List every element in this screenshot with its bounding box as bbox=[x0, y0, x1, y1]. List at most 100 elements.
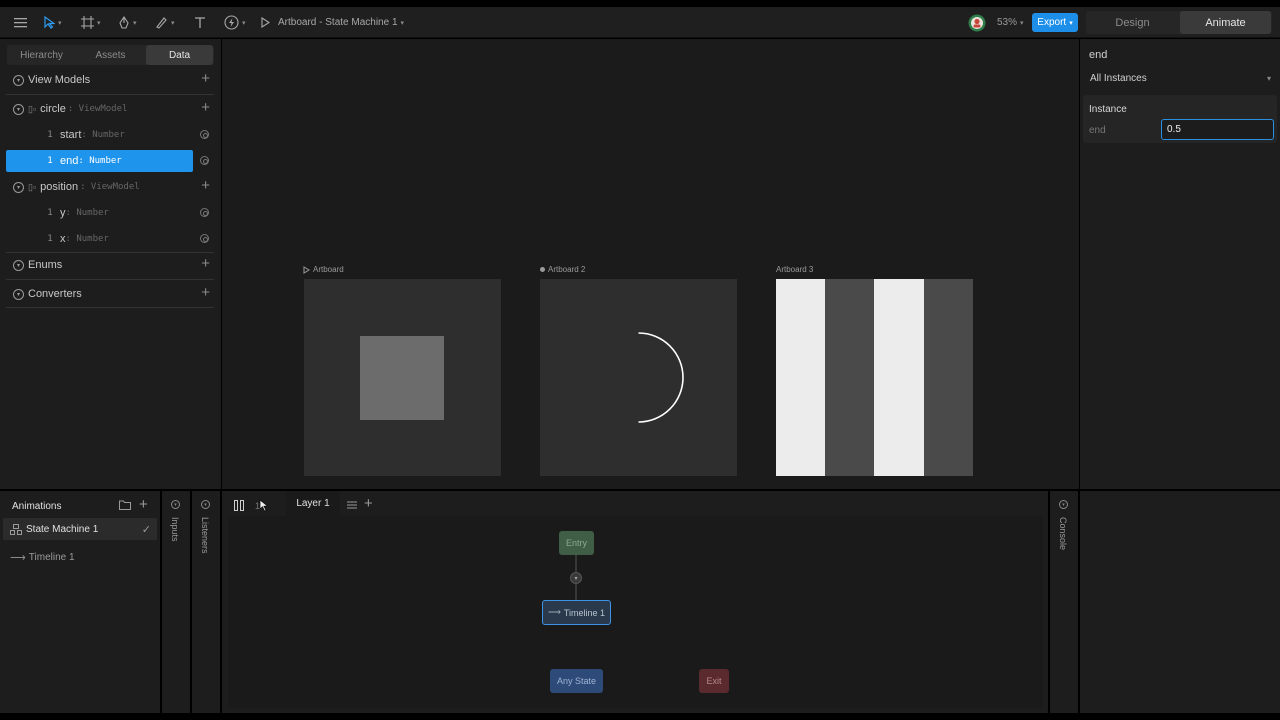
transition-chevron-icon[interactable]: ▾ bbox=[570, 572, 582, 584]
collapse-icon[interactable]: ▾ bbox=[13, 74, 24, 86]
stripe-shape[interactable] bbox=[776, 279, 825, 476]
pen-tool-icon[interactable]: ▾ bbox=[118, 7, 137, 38]
artboard-1[interactable] bbox=[304, 279, 501, 476]
collapse-icon[interactable]: ▾ bbox=[1059, 500, 1068, 509]
add-property-icon[interactable]: + bbox=[201, 100, 210, 115]
list-icon[interactable] bbox=[347, 500, 357, 512]
state-machine-icon bbox=[10, 523, 22, 535]
number-type-icon: 1 bbox=[47, 130, 53, 140]
artboard-2-name: Artboard 2 bbox=[548, 265, 586, 274]
tab-layer-1[interactable]: Layer 1 bbox=[286, 491, 340, 516]
play-icon bbox=[303, 265, 310, 274]
state-graph-canvas[interactable]: Entry ▾ ⟶ Timeline 1 Any State Exit bbox=[228, 516, 1043, 708]
view-model-name: circle bbox=[40, 103, 66, 115]
property-row-start[interactable]: 1 start : Number bbox=[6, 124, 214, 146]
text-tool-icon[interactable] bbox=[194, 7, 206, 38]
entry-node[interactable]: Entry bbox=[559, 531, 594, 555]
add-view-model-icon[interactable]: + bbox=[201, 71, 210, 86]
left-panel-tabs: Hierarchy Assets Data bbox=[7, 45, 214, 65]
bind-target-icon[interactable] bbox=[200, 234, 209, 243]
collapse-icon[interactable]: ▾ bbox=[13, 259, 24, 271]
divider bbox=[6, 252, 214, 253]
add-layer-icon[interactable]: + bbox=[364, 495, 373, 512]
artboard-2-label[interactable]: Artboard 2 bbox=[540, 265, 585, 274]
export-button[interactable]: Export ▾ bbox=[1032, 13, 1078, 32]
exit-node[interactable]: Exit bbox=[699, 669, 729, 693]
inputs-panel[interactable]: ▾ Inputs bbox=[162, 491, 190, 713]
property-row-end[interactable]: 1 end : Number bbox=[6, 150, 214, 172]
view-models-header[interactable]: ▾ View Models + bbox=[6, 69, 214, 91]
collapse-icon[interactable]: ▾ bbox=[13, 181, 24, 193]
timeline-item[interactable]: ⟶ Timeline 1 bbox=[10, 551, 75, 564]
collapse-icon[interactable]: ▾ bbox=[13, 103, 24, 115]
bolt-tool-icon[interactable]: ▾ bbox=[224, 7, 246, 38]
add-animation-icon[interactable]: + bbox=[139, 496, 148, 513]
artboard-3-label[interactable]: Artboard 3 bbox=[776, 265, 813, 274]
zoom-level: 53% bbox=[997, 17, 1018, 28]
converters-header[interactable]: ▾ Converters + bbox=[6, 283, 214, 305]
zoom-select[interactable]: 53% ▾ bbox=[997, 7, 1024, 38]
collapse-icon[interactable]: ▾ bbox=[13, 288, 24, 300]
collapse-icon[interactable]: ▾ bbox=[171, 500, 180, 509]
chevron-down-icon: ▾ bbox=[1266, 73, 1271, 83]
folder-icon[interactable] bbox=[119, 500, 131, 513]
console-panel[interactable]: ▾ Console bbox=[1050, 491, 1078, 713]
add-converter-icon[interactable]: + bbox=[201, 285, 210, 300]
collapse-icon[interactable]: ▾ bbox=[201, 500, 210, 509]
avatar[interactable] bbox=[968, 7, 986, 38]
enums-label: Enums bbox=[28, 259, 63, 271]
tab-data[interactable]: Data bbox=[146, 45, 213, 65]
play-icon[interactable] bbox=[261, 7, 270, 38]
divider bbox=[6, 279, 214, 280]
end-value-input[interactable]: 0.5 bbox=[1161, 119, 1274, 140]
square-shape[interactable] bbox=[360, 336, 444, 420]
add-property-icon[interactable]: + bbox=[201, 178, 210, 193]
end-field-label: end bbox=[1089, 125, 1106, 136]
left-panel: Hierarchy Assets Data ▾ View Models + ▾ … bbox=[0, 39, 221, 489]
artboard-1-name: Artboard bbox=[313, 265, 344, 274]
converters-label: Converters bbox=[28, 288, 82, 300]
view-model-type: : ViewModel bbox=[67, 104, 128, 114]
arrow-right-icon: ⟶ bbox=[547, 607, 561, 617]
bind-target-icon[interactable] bbox=[200, 156, 209, 165]
timeline-node-label: Timeline 1 bbox=[563, 607, 606, 618]
transition-lines bbox=[575, 555, 577, 600]
number-type-icon: 1 bbox=[47, 234, 53, 244]
artboard-tool-icon[interactable]: ▾ bbox=[81, 7, 101, 38]
inputs-label: Inputs bbox=[170, 517, 180, 542]
design-mode-button[interactable]: Design bbox=[1087, 11, 1178, 34]
artboard-1-label[interactable]: Artboard bbox=[303, 265, 344, 274]
view-model-circle[interactable]: ▾ ▯▫ circle : ViewModel + bbox=[6, 98, 214, 120]
state-machine-item[interactable]: State Machine 1 ✓ bbox=[3, 518, 157, 540]
instances-select[interactable]: All Instances ▾ bbox=[1083, 68, 1277, 88]
artboard-2[interactable] bbox=[540, 279, 737, 476]
dot-icon bbox=[540, 267, 545, 272]
tab-hierarchy[interactable]: Hierarchy bbox=[8, 45, 75, 65]
add-enum-icon[interactable]: + bbox=[201, 256, 210, 271]
enums-header[interactable]: ▾ Enums + bbox=[6, 254, 214, 276]
design-canvas[interactable]: Artboard Artboard 2 Artboard 3 bbox=[222, 39, 1079, 489]
instances-select-value: All Instances bbox=[1090, 72, 1147, 84]
select-tool-icon[interactable]: ▾ bbox=[44, 7, 62, 38]
number-type-icon: 1 bbox=[47, 156, 53, 166]
pause-icon[interactable] bbox=[234, 500, 244, 514]
animate-mode-button[interactable]: Animate bbox=[1180, 11, 1271, 34]
bind-target-icon[interactable] bbox=[200, 208, 209, 217]
state-machine-name: State Machine 1 bbox=[26, 523, 99, 535]
listeners-panel[interactable]: ▾ Listeners bbox=[192, 491, 220, 713]
view-model-position[interactable]: ▾ ▯▫ position : ViewModel + bbox=[6, 176, 214, 198]
stripe-shape[interactable] bbox=[874, 279, 924, 476]
menu-icon[interactable] bbox=[14, 7, 27, 38]
any-state-node[interactable]: Any State bbox=[550, 669, 603, 693]
instance-heading: Instance bbox=[1089, 104, 1127, 115]
half-circle-arc[interactable] bbox=[540, 279, 737, 476]
artboard-3[interactable] bbox=[776, 279, 973, 476]
bind-target-icon[interactable] bbox=[200, 130, 209, 139]
shape-tool-icon[interactable]: ▾ bbox=[155, 7, 175, 38]
view-model-icon: ▯▫ bbox=[28, 181, 37, 192]
document-title[interactable]: Artboard - State Machine 1 ▾ bbox=[278, 7, 404, 38]
timeline-node[interactable]: ⟶ Timeline 1 bbox=[542, 600, 611, 625]
tab-assets[interactable]: Assets bbox=[77, 45, 144, 65]
property-row-y[interactable]: 1 y : Number bbox=[6, 202, 214, 224]
property-row-x[interactable]: 1 x : Number bbox=[6, 228, 214, 250]
